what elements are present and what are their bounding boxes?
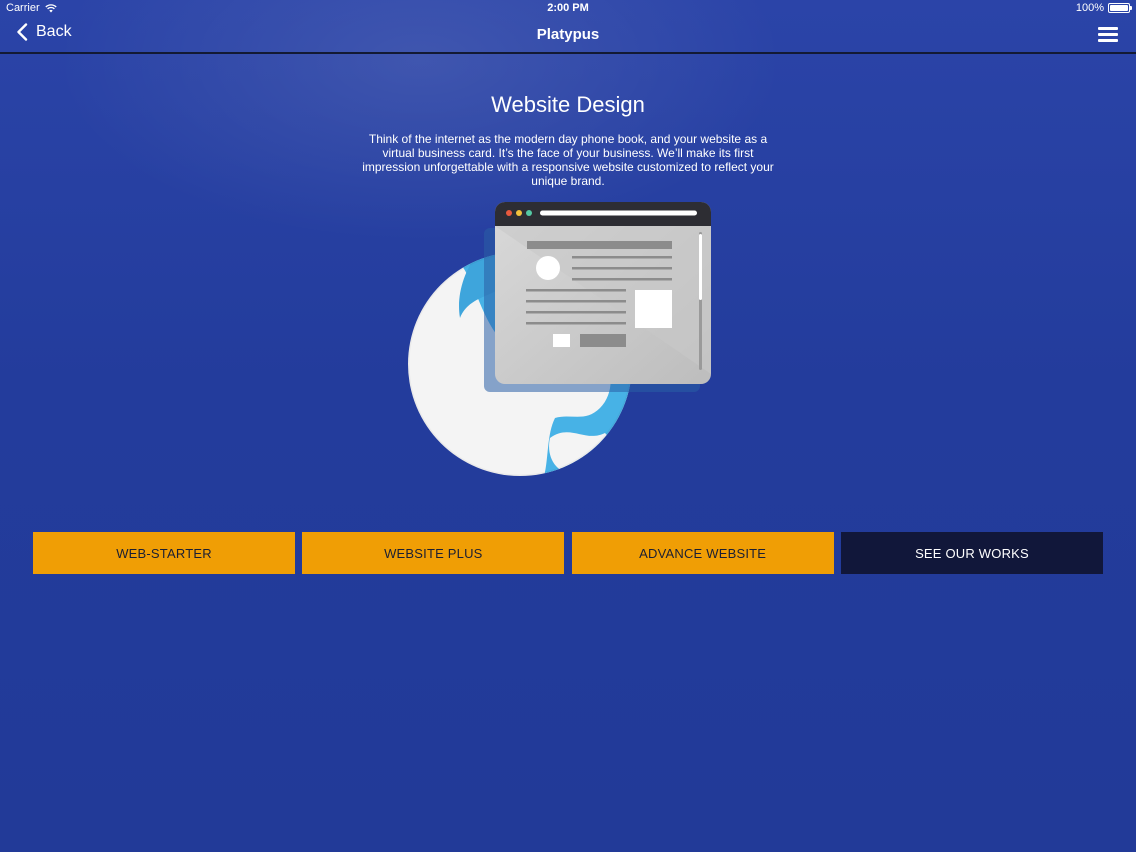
globe-browser-illustration xyxy=(408,202,711,476)
website-plus-button[interactable]: WEBSITE PLUS xyxy=(302,532,565,574)
web-starter-button[interactable]: WEB-STARTER xyxy=(33,532,295,574)
status-battery: 100% xyxy=(1075,2,1132,14)
see-our-works-button[interactable]: SEE OUR WORKS xyxy=(840,532,1103,574)
service-button-row: WEB-STARTER WEBSITE PLUS ADVANCE WEBSITE… xyxy=(33,532,1103,574)
nav-title: Platypus xyxy=(536,26,600,43)
hamburger-menu-icon[interactable] xyxy=(1098,27,1118,43)
status-time: 2:00 PM xyxy=(547,2,589,14)
battery-percent: 100% xyxy=(1075,2,1104,14)
status-bar: Carrier 2:00 PM 100% xyxy=(0,0,1136,16)
page-title: Website Design xyxy=(491,92,645,117)
battery-icon xyxy=(1108,3,1132,13)
navigation-bar: Back Platypus xyxy=(0,17,1136,54)
advance-website-button[interactable]: ADVANCE WEBSITE xyxy=(571,532,834,574)
intro-description: Think of the internet as the modern day … xyxy=(362,132,774,188)
